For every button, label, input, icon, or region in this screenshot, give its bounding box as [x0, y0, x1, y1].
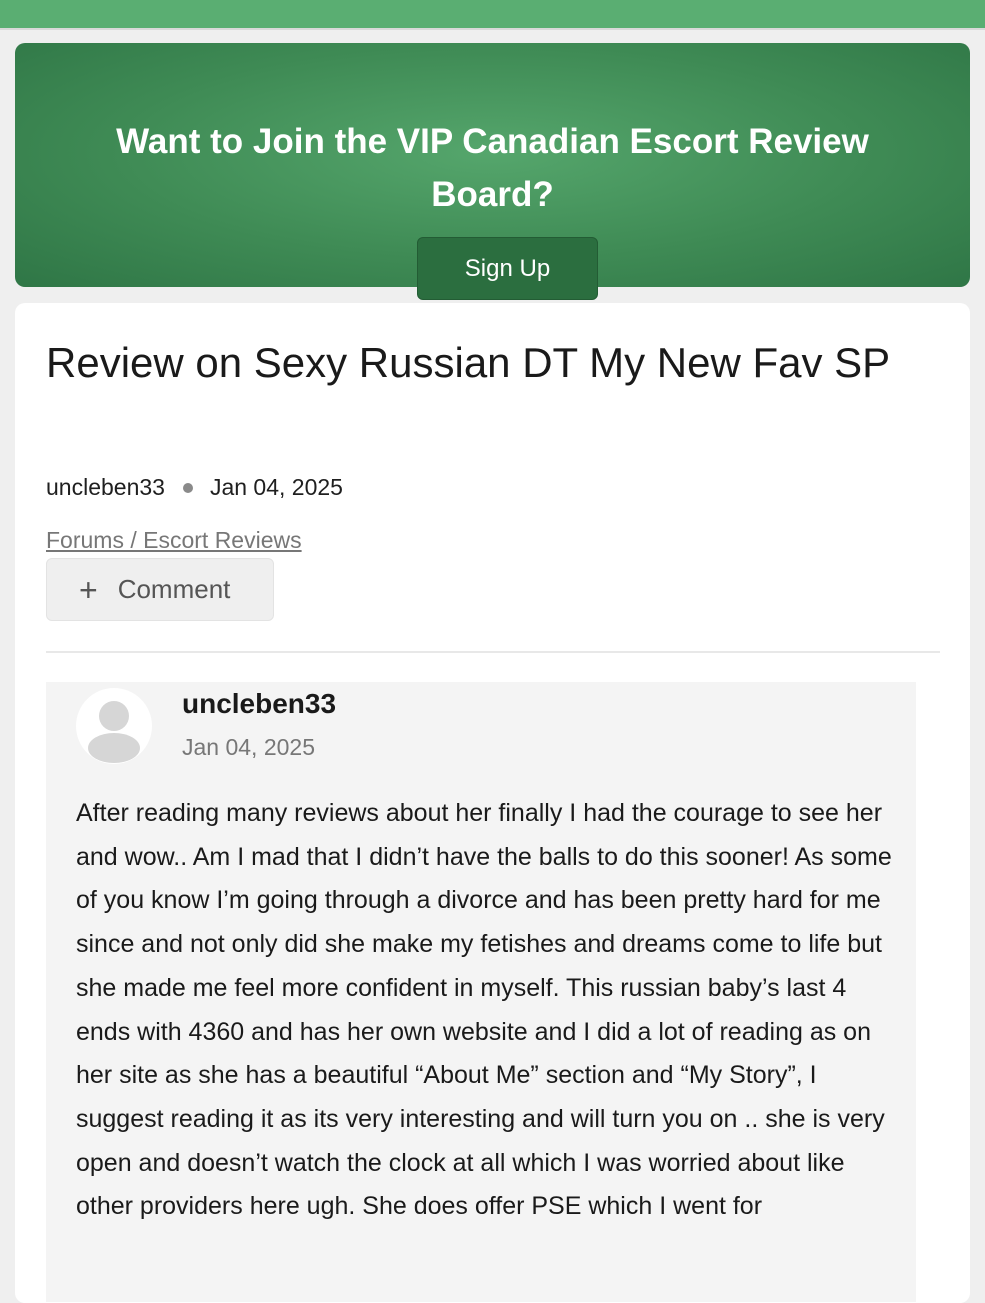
user-placeholder-icon: [88, 701, 140, 763]
separator-dot-icon: [182, 482, 193, 493]
sign-up-button[interactable]: Sign Up: [417, 237, 598, 300]
top-nav-bar: [0, 0, 985, 30]
plus-icon: +: [79, 571, 98, 608]
vip-signup-banner: Want to Join the VIP Canadian Escort Rev…: [15, 43, 970, 300]
breadcrumb[interactable]: Forums / Escort Reviews: [46, 527, 302, 554]
divider: [46, 651, 940, 653]
reply-body: After reading many reviews about her fin…: [76, 799, 892, 1221]
post-author[interactable]: uncleben33: [46, 474, 165, 501]
post-meta: uncleben33 Jan 04, 2025: [46, 474, 343, 501]
reply-author[interactable]: uncleben33: [182, 688, 336, 720]
comment-button[interactable]: + Comment: [46, 558, 274, 621]
reply-date: Jan 04, 2025: [182, 734, 316, 760]
avatar[interactable]: [76, 688, 152, 764]
post-date: Jan 04, 2025: [209, 474, 343, 500]
page-title: Review on Sexy Russian DT My New Fav SP: [46, 339, 891, 386]
comment-button-label: Comment: [117, 574, 231, 604]
banner-title: Want to Join the VIP Canadian Escort Rev…: [116, 122, 869, 214]
